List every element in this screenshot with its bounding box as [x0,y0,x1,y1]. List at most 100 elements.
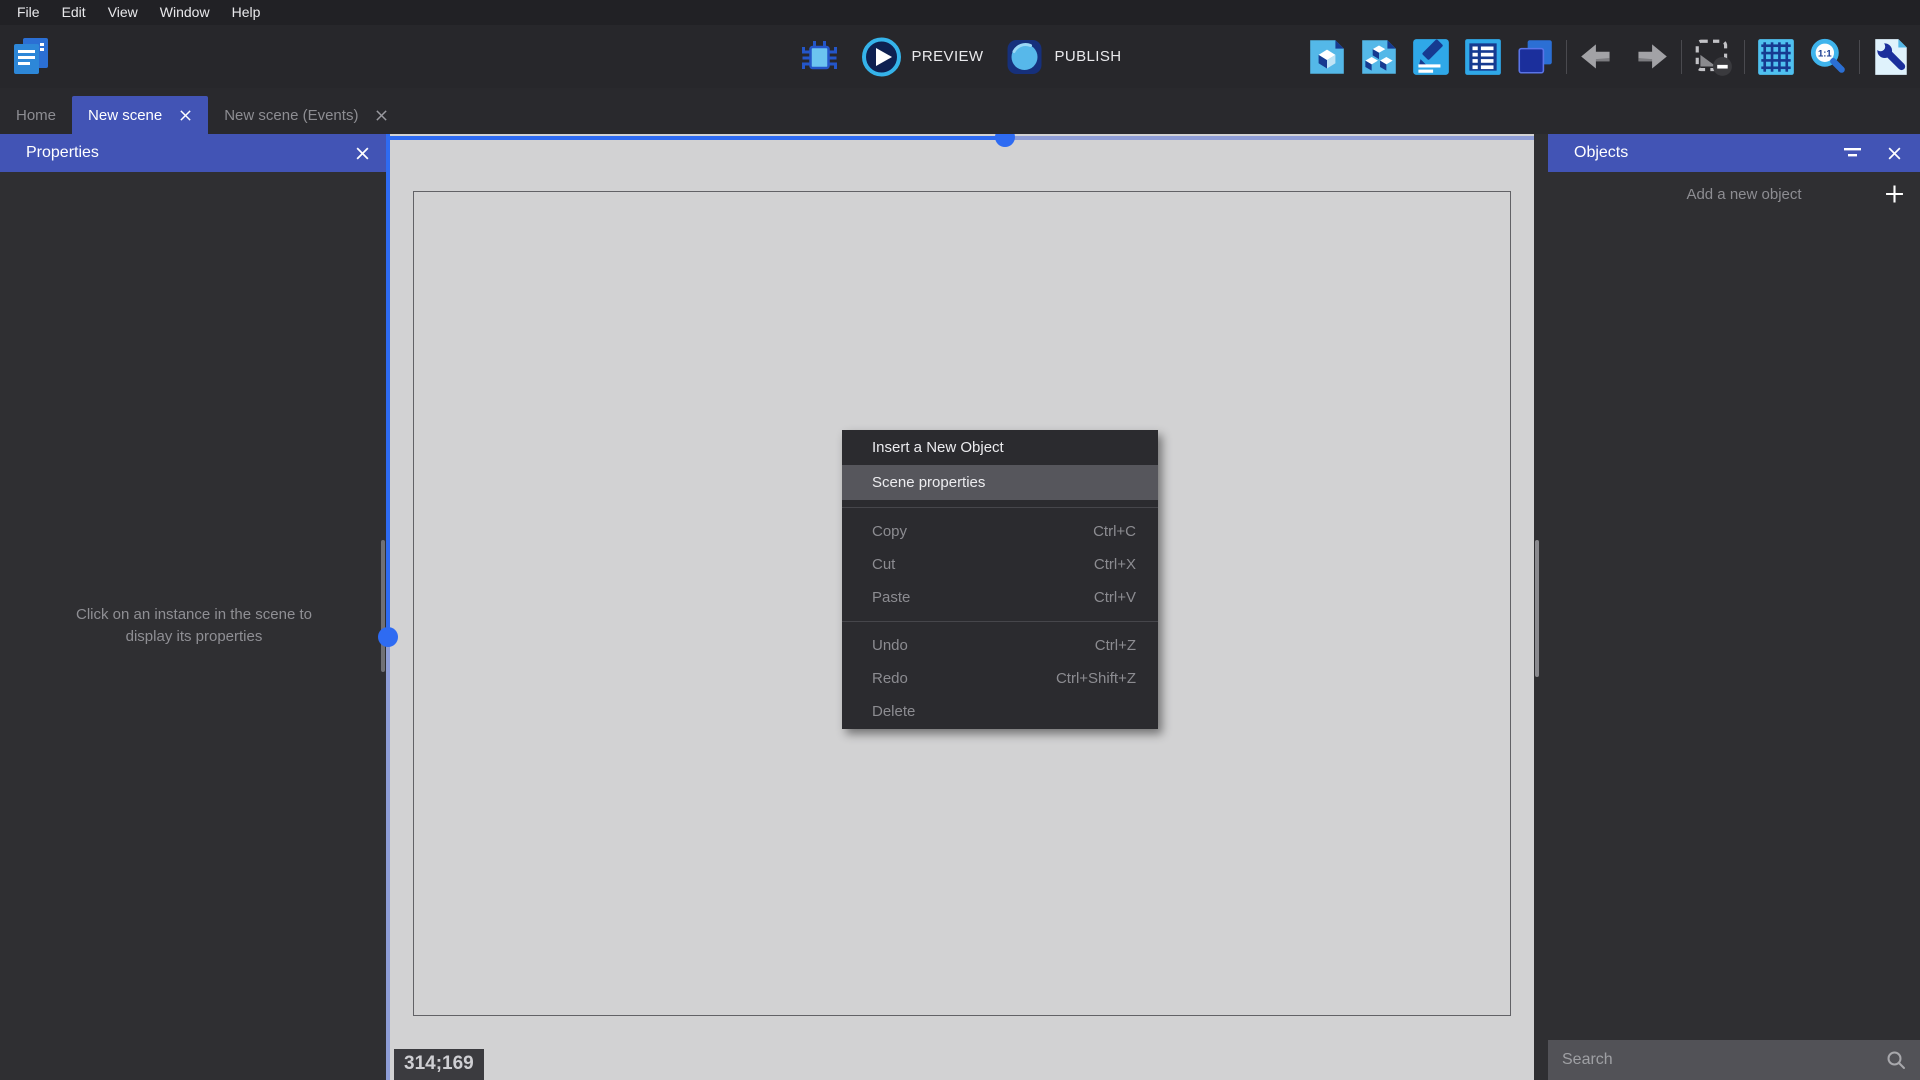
menu-view[interactable]: View [97,0,149,25]
menu-item-copy: Copy Ctrl+C [842,515,1158,548]
canvas-vertical-scrollbar[interactable] [1535,540,1539,677]
menu-item-label: Copy [872,523,907,540]
tab-home[interactable]: Home [0,96,72,134]
menu-item-shortcut: Ctrl+V [1094,589,1136,606]
close-icon[interactable] [1887,146,1902,161]
svg-text:1:1: 1:1 [1818,48,1832,59]
project-manager-icon [9,34,55,80]
properties-pencil-icon [1410,36,1452,78]
menu-item-label: Cut [872,556,895,573]
objects-panel-header: Objects [1548,134,1920,172]
objects-list-empty-area[interactable] [1548,216,1920,1040]
open-properties-panel-button[interactable] [1410,36,1452,78]
open-instances-list-button[interactable] [1462,36,1504,78]
menu-bar: File Edit View Window Help [0,0,1920,25]
objects-panel: Objects Add a new object [1548,134,1920,1080]
project-manager-button[interactable] [8,33,56,81]
toolbar-center-group: PREVIEW PUBLISH [799,25,1122,88]
menu-separator [842,507,1158,508]
undo-arrow-icon [1577,36,1619,78]
menu-item-shortcut: Ctrl+X [1094,556,1136,573]
horizontal-scrollbar[interactable] [1005,136,1534,140]
menu-separator [842,621,1158,622]
deselect-all-button[interactable] [1692,36,1734,78]
deselect-icon [1692,36,1734,78]
vertical-scrollbar[interactable] [386,134,390,637]
toggle-grid-button[interactable] [1755,36,1797,78]
properties-panel: Properties Click on an instance in the s… [0,134,388,1080]
menu-item-label: Insert a New Object [872,439,1004,456]
redo-arrow-icon [1629,36,1671,78]
tab-new-scene-events[interactable]: New scene (Events) [208,96,404,134]
redo-button[interactable] [1629,36,1671,78]
zoom-one-to-one-icon: 1:1 [1807,36,1849,78]
publish-label: PUBLISH [1054,48,1121,65]
menu-item-undo: Undo Ctrl+Z [842,629,1158,662]
toolbar-separator [1681,40,1682,74]
vertical-scrollbar[interactable] [386,637,390,1080]
menu-item-paste: Paste Ctrl+V [842,581,1158,614]
menu-item-shortcut: Ctrl+Z [1095,637,1136,654]
bug-icon [800,37,840,77]
menu-item-shortcut: Ctrl+Shift+Z [1056,670,1136,687]
editor-tab-bar: Home New scene New scene (Events) [0,88,1920,134]
tab-new-scene[interactable]: New scene [72,96,208,134]
empty-message-line1: Click on an instance in the scene to [76,606,312,623]
close-icon[interactable] [375,109,388,122]
properties-panel-header: Properties [0,134,388,172]
search-input[interactable] [1562,1051,1886,1069]
properties-scrollbar[interactable] [381,540,385,672]
menu-item-label: Delete [872,703,915,720]
close-icon[interactable] [355,146,370,161]
open-layers-editor-button[interactable] [1514,36,1556,78]
empty-message-line2: display its properties [126,628,263,645]
workspace: Properties Click on an instance in the s… [0,134,1920,1080]
zoom-actual-size-button[interactable]: 1:1 [1807,36,1849,78]
scene-canvas[interactable]: Insert a New Object Scene properties Cop… [388,134,1534,1080]
objects-panel-title: Objects [1574,144,1628,162]
toolbar-right-group: 1:1 [1306,25,1912,88]
preview-label: PREVIEW [912,48,984,65]
scene-settings-button[interactable] [1870,36,1912,78]
undo-button[interactable] [1577,36,1619,78]
horizontal-scrollbar[interactable] [388,136,1005,140]
menu-item-label: Paste [872,589,910,606]
menu-item-shortcut: Ctrl+C [1093,523,1136,540]
objects-editor-icon [1306,36,1348,78]
toolbar-separator [1744,40,1745,74]
menu-item-label: Scene properties [872,474,985,491]
open-object-groups-button[interactable] [1358,36,1400,78]
filter-icon[interactable] [1843,146,1863,160]
properties-panel-title: Properties [26,144,99,162]
object-groups-icon [1358,36,1400,78]
menu-item-label: Undo [872,637,908,654]
debugger-button[interactable] [799,36,841,78]
menu-file[interactable]: File [6,0,51,25]
vertical-scroll-handle[interactable] [378,627,398,647]
toolbar-separator [1566,40,1567,74]
context-menu: Insert a New Object Scene properties Cop… [842,430,1158,729]
menu-item-insert-new-object[interactable]: Insert a New Object [842,430,1158,465]
open-objects-editor-button[interactable] [1306,36,1348,78]
tab-home-label: Home [16,107,56,124]
menu-edit[interactable]: Edit [51,0,97,25]
publish-button[interactable]: PUBLISH [1003,36,1121,78]
menu-item-delete: Delete [842,695,1158,728]
wrench-icon [1870,36,1912,78]
menu-item-scene-properties[interactable]: Scene properties [842,465,1158,500]
tab-new-scene-label: New scene [88,107,162,124]
gdevelop-window: File Edit View Window Help [0,0,1920,1080]
preview-button[interactable]: PREVIEW [861,36,984,78]
play-circle-icon [861,36,903,78]
menu-window[interactable]: Window [149,0,221,25]
menu-help[interactable]: Help [221,0,272,25]
close-icon[interactable] [179,109,192,122]
toolbar-separator [1859,40,1860,74]
add-new-object-button[interactable]: Add a new object [1548,172,1920,216]
plus-icon[interactable] [1885,185,1904,204]
properties-empty-message: Click on an instance in the scene to dis… [0,172,388,1080]
search-icon [1886,1050,1906,1070]
add-new-object-label: Add a new object [1548,186,1920,203]
panel-gutter [1534,134,1548,1080]
grid-icon [1755,36,1797,78]
